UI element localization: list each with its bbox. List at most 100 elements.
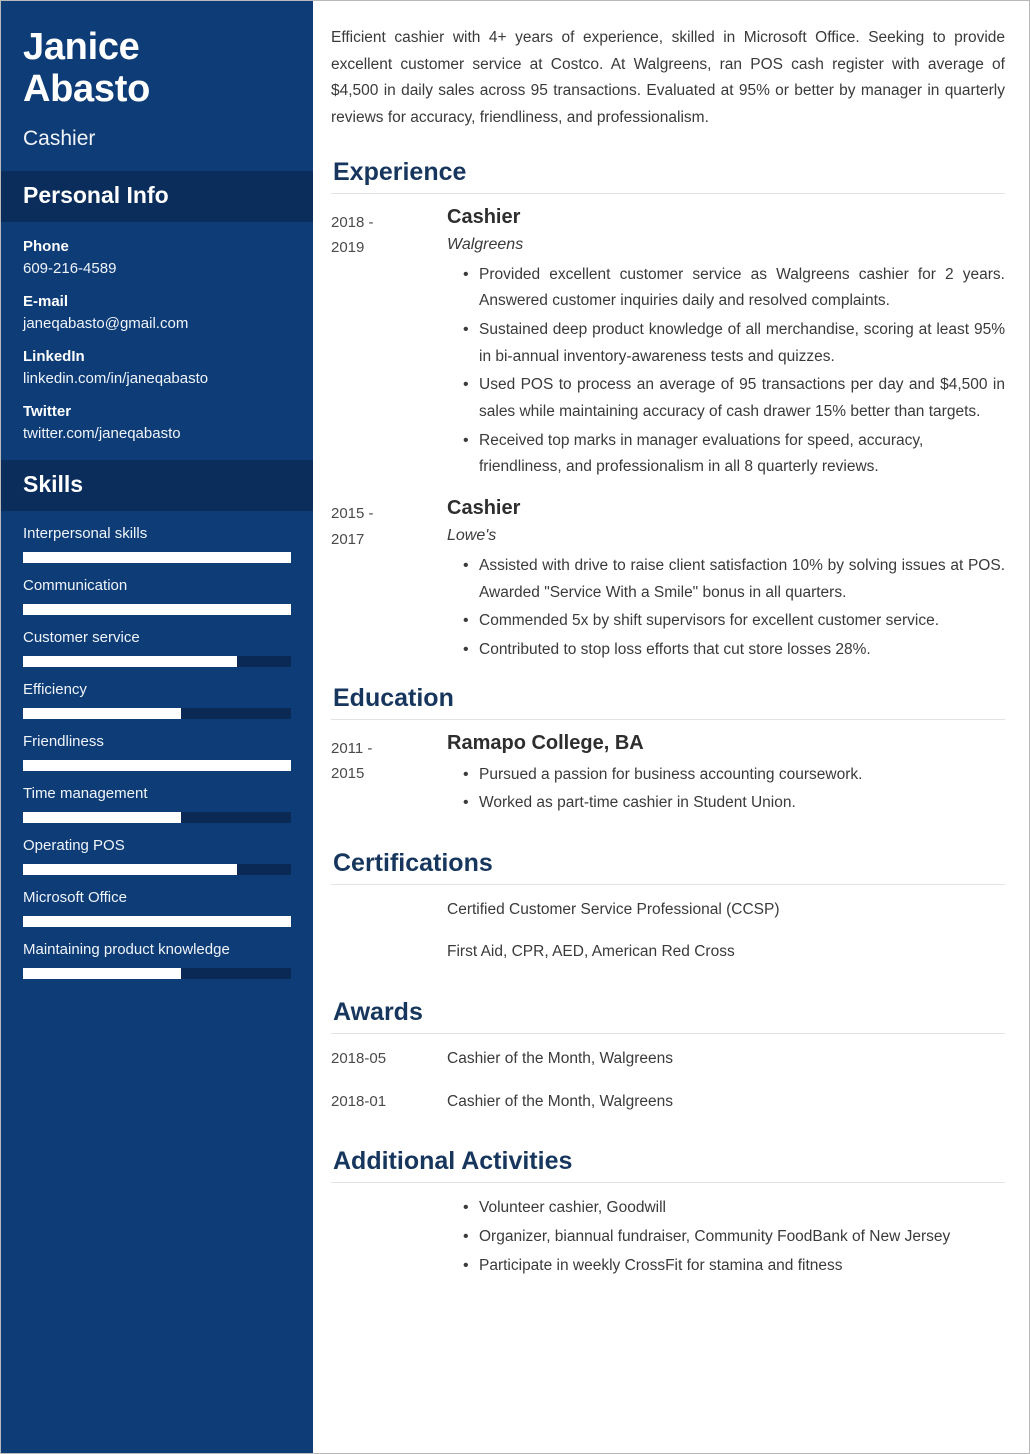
section-divider	[331, 192, 1005, 194]
list-item: Assisted with drive to raise client sati…	[463, 552, 1005, 606]
personal-info-heading: Personal Info	[1, 170, 313, 222]
section-heading-education: Education	[333, 683, 454, 712]
skill-bar-track	[23, 759, 291, 771]
award-date: 2018-01	[331, 1092, 387, 1110]
skill-label: Communication	[23, 576, 128, 594]
main-content: Efficient cashier with 4+ years of exper…	[313, 1, 1029, 1453]
award-row: 2018-05 Cashier of the Month, Walgreens	[331, 1046, 1005, 1073]
skill-label: Microsoft Office	[23, 888, 127, 906]
contact-item-email: E-mail janeqabasto@gmail.com	[23, 293, 291, 332]
section-divider	[331, 718, 1005, 720]
section-divider	[331, 1033, 1005, 1035]
skill-bar-fill	[23, 707, 182, 719]
entry-bullet-list: Volunteer cashier, Goodwill Organizer, b…	[447, 1194, 1005, 1280]
section-education: Education 2011 - 2015 Ramapo College, BA…	[331, 680, 1005, 843]
skill-row: Maintaining product knowledge	[23, 941, 291, 979]
entry-dates: 2011 - 2015	[331, 732, 447, 788]
date-start: 2011 -	[331, 739, 373, 757]
skill-bar-fill	[23, 863, 238, 875]
activities-list: Volunteer cashier, Goodwill Organizer, b…	[331, 1194, 1005, 1280]
skill-bar-track	[23, 811, 291, 823]
entry-bullet-list: Assisted with drive to raise client sati…	[447, 552, 1005, 664]
skill-row: Operating POS	[23, 837, 291, 875]
contact-label: Phone	[23, 237, 69, 255]
skills-heading: Skills	[1, 459, 313, 511]
list-item: Pursued a passion for business accountin…	[463, 761, 1005, 789]
skill-bar-track	[23, 967, 291, 979]
section-heading-experience: Experience	[333, 157, 467, 186]
contact-value-phone[interactable]: 609-216-4589	[23, 260, 291, 277]
resume-page: Janice Abasto Cashier Personal Info Phon…	[0, 0, 1030, 1454]
contact-value-email[interactable]: janeqabasto@gmail.com	[23, 315, 291, 332]
first-name: Janice	[23, 26, 140, 68]
entry-bullet-list: Pursued a passion for business accountin…	[447, 761, 1005, 817]
entry-organization: Walgreens	[447, 235, 524, 253]
certification-text: First Aid, CPR, AED, American Red Cross	[447, 943, 735, 961]
section-experience: Experience 2018 - 2019 Cashier Walgreens…	[331, 154, 1005, 666]
skill-bar-fill	[23, 603, 291, 615]
contact-item-phone: Phone 609-216-4589	[23, 238, 291, 277]
date-end: 2019	[331, 239, 365, 257]
entry-role: Cashier	[447, 496, 521, 519]
skill-label: Friendliness	[23, 732, 104, 750]
skill-bar-track	[23, 707, 291, 719]
section-heading-awards: Awards	[333, 998, 423, 1027]
contact-list: Phone 609-216-4589 E-mail janeqabasto@gm…	[1, 222, 313, 460]
skill-label: Efficiency	[23, 680, 87, 698]
skill-bar-track	[23, 551, 291, 563]
skill-label: Time management	[23, 784, 148, 802]
certification-row: Certified Customer Service Professional …	[331, 897, 1005, 924]
skill-bar-fill	[23, 915, 291, 927]
entry-organization: Lowe's	[447, 526, 497, 544]
entry-dates: 2015 - 2017	[331, 497, 447, 553]
date-end: 2017	[331, 530, 365, 548]
skill-row: Communication	[23, 577, 291, 615]
skill-row: Efficiency	[23, 681, 291, 719]
list-item: Participate in weekly CrossFit for stami…	[463, 1252, 1005, 1280]
sidebar: Janice Abasto Cashier Personal Info Phon…	[1, 1, 313, 1453]
section-additional-activities: Additional Activities Volunteer cashier,…	[331, 1143, 1005, 1279]
skill-bar-track	[23, 655, 291, 667]
contact-value-linkedin[interactable]: linkedin.com/in/janeqabasto	[23, 370, 291, 387]
list-item: Commended 5x by shift supervisors for ex…	[463, 607, 1005, 635]
date-start: 2018 -	[331, 213, 374, 231]
skill-bar-track	[23, 603, 291, 615]
list-item: Contributed to stop loss efforts that cu…	[463, 636, 1005, 664]
job-title: Cashier	[23, 126, 96, 150]
skill-bar-fill	[23, 655, 238, 667]
certification-text: Certified Customer Service Professional …	[447, 900, 780, 918]
award-date: 2018-05	[331, 1050, 387, 1068]
skill-row: Friendliness	[23, 733, 291, 771]
section-divider	[331, 883, 1005, 885]
award-text: Cashier of the Month, Walgreens	[447, 1092, 674, 1110]
section-heading-additional-activities: Additional Activities	[333, 1147, 573, 1176]
name-block: Janice Abasto Cashier	[1, 1, 313, 171]
entry-role: Cashier	[447, 205, 521, 228]
education-entry: 2011 - 2015 Ramapo College, BA Pursued a…	[331, 732, 1005, 819]
list-item: Worked as part-time cashier in Student U…	[463, 789, 1005, 817]
section-awards: Awards 2018-05 Cashier of the Month, Wal…	[331, 994, 1005, 1141]
skills-list: Interpersonal skills Communication Custo…	[1, 511, 313, 1013]
skill-bar-fill	[23, 967, 182, 979]
skill-bar-fill	[23, 759, 291, 771]
contact-item-twitter: Twitter twitter.com/janeqabasto	[23, 403, 291, 442]
section-heading-certifications: Certifications	[333, 848, 493, 877]
experience-entry: 2015 - 2017 Cashier Lowe's Assisted with…	[331, 497, 1005, 666]
contact-value-twitter[interactable]: twitter.com/janeqabasto	[23, 425, 291, 442]
skill-label: Operating POS	[23, 836, 125, 854]
contact-label: E-mail	[23, 292, 69, 310]
list-item: Provided excellent customer service as W…	[463, 261, 1005, 315]
award-text: Cashier of the Month, Walgreens	[447, 1050, 674, 1068]
list-item: Volunteer cashier, Goodwill	[463, 1194, 1005, 1222]
list-item: Sustained deep product knowledge of all …	[463, 316, 1005, 370]
contact-item-linkedin: LinkedIn linkedin.com/in/janeqabasto	[23, 348, 291, 387]
skill-bar-fill	[23, 811, 182, 823]
section-certifications: Certifications Certified Customer Servic…	[331, 845, 1005, 992]
list-item: Used POS to process an average of 95 tra…	[463, 371, 1005, 425]
list-item: Organizer, biannual fundraiser, Communit…	[463, 1223, 1005, 1251]
skill-row: Interpersonal skills	[23, 525, 291, 563]
skill-bar-track	[23, 915, 291, 927]
certification-row: First Aid, CPR, AED, American Red Cross	[331, 939, 1005, 966]
